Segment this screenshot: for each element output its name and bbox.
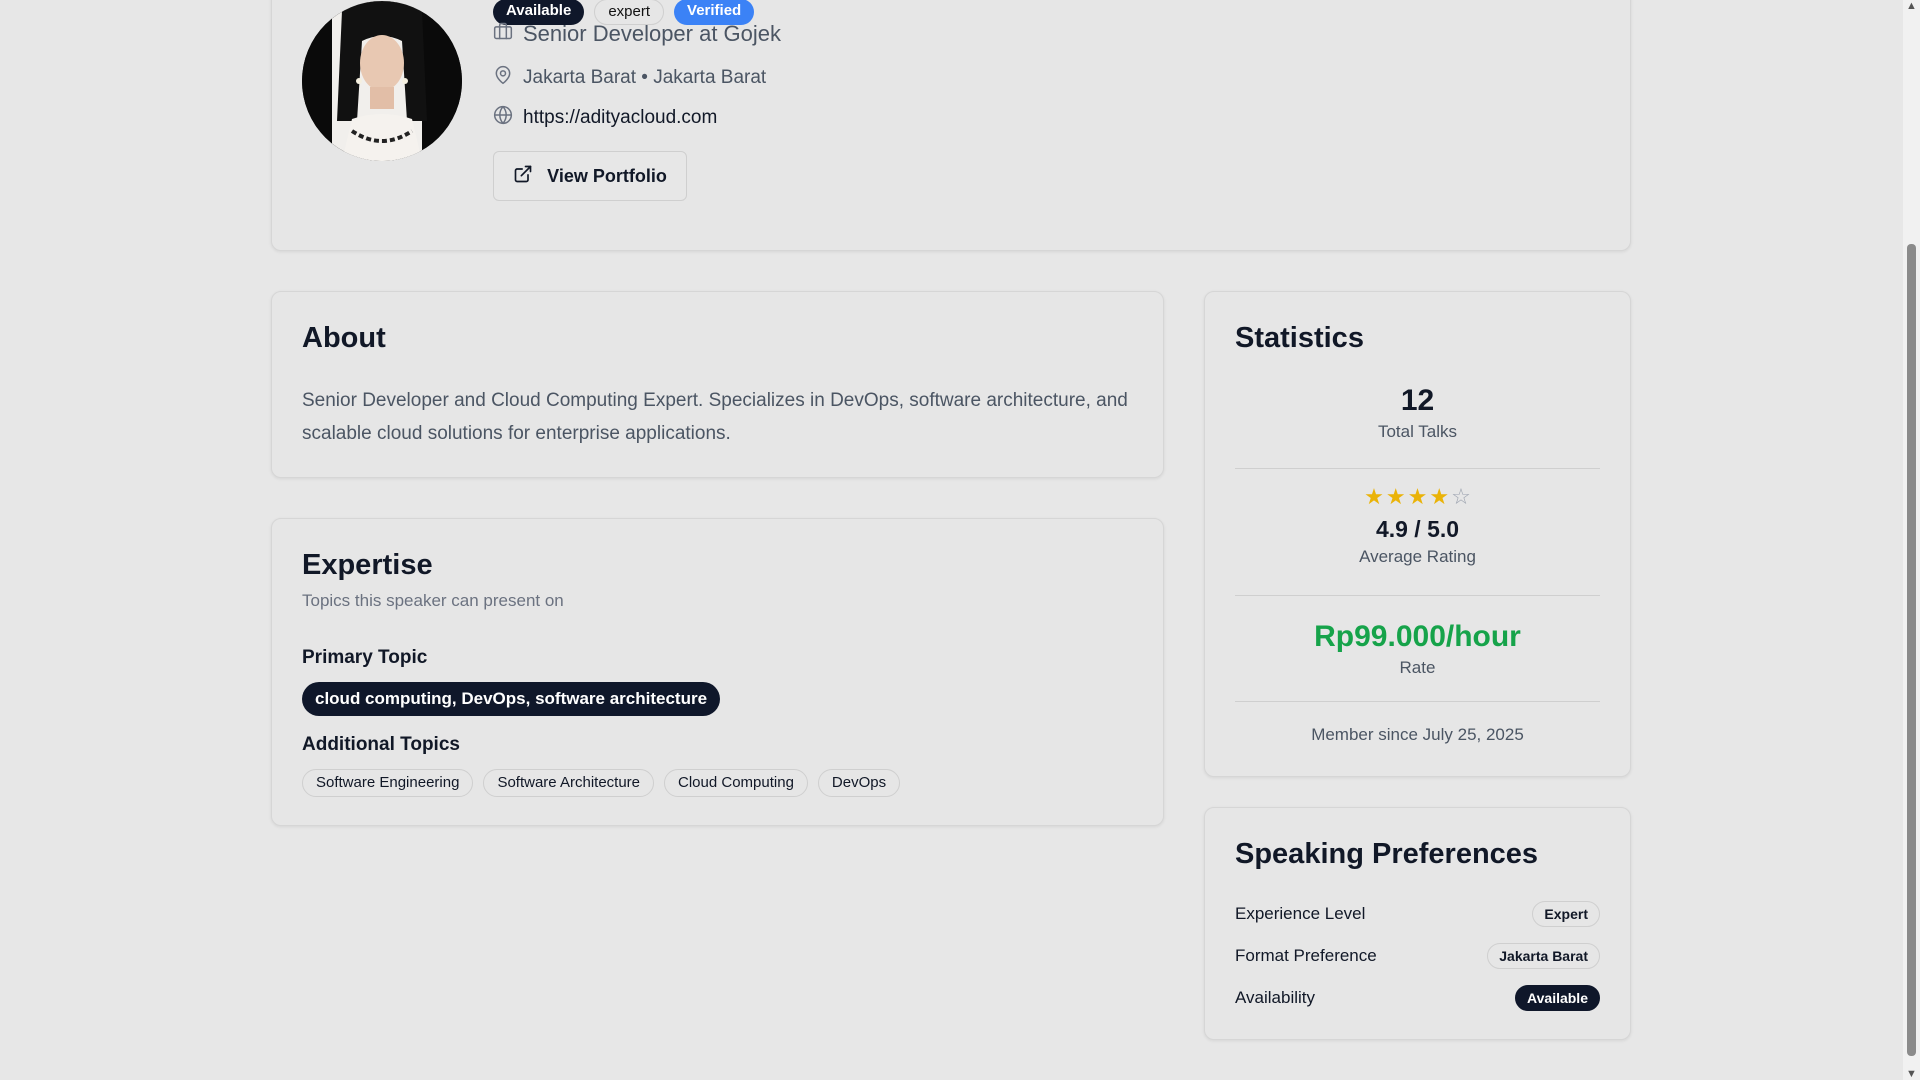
stats-divider (1235, 701, 1600, 702)
map-pin-icon (493, 65, 513, 91)
about-text: Senior Developer and Cloud Computing Exp… (302, 390, 1128, 444)
total-talks-value: 12 (1400, 384, 1435, 417)
primary-topic-chip: cloud computing, DevOps, software archit… (302, 682, 721, 716)
member-since: Member since July 25, 2025 (1311, 725, 1524, 744)
globe-icon (493, 105, 513, 131)
about-card: About Senior Developer and Cloud Computi… (271, 291, 1164, 478)
location-row: Jakarta Barat • Jakarta Barat (493, 65, 766, 91)
pref-label: Format Preference (1235, 946, 1377, 965)
statistics-title: Statistics (1235, 322, 1364, 354)
topic-chip: Cloud Computing (664, 769, 808, 797)
location-text: Jakarta Barat • Jakarta Barat (523, 67, 767, 88)
company-text: Senior Developer at Gojek (523, 21, 782, 46)
topic-chip: Software Engineering (302, 769, 474, 797)
expertise-subtitle: Topics this speaker can present on (302, 591, 564, 610)
view-portfolio-label: View Portfolio (547, 165, 667, 186)
company-row: Senior Developer at Gojek (493, 21, 781, 47)
star-icon: ★ (1429, 484, 1450, 509)
speaking-preferences-title: Speaking Preferences (1235, 838, 1539, 870)
website-link[interactable]: https://adityacloud.com (523, 107, 717, 129)
expertise-title: Expertise (302, 549, 433, 581)
star-icon: ★ (1385, 484, 1406, 509)
stats-divider (1235, 595, 1600, 596)
website-row: https://adityacloud.com (493, 105, 717, 131)
speaking-preferences-card: Speaking Preferences Experience Level Ex… (1204, 807, 1631, 1040)
about-title: About (302, 322, 386, 354)
average-rating-value: 4.9 / 5.0 (1375, 516, 1460, 542)
pref-value-badge: Jakarta Barat (1487, 943, 1600, 969)
statistics-card: Statistics 12 Total Talks ★ ★ ★ ★ ☆ 4.9 / 5.… (1204, 291, 1631, 777)
average-rating-stat: ★ ★ ★ ★ ☆ 4.9 / 5.0 Average Rating (1235, 486, 1600, 567)
avatar (302, 1, 462, 161)
stats-divider (1235, 468, 1600, 469)
pref-row-availability: Availability Available (1235, 985, 1600, 1011)
pref-value-badge: Available (1515, 985, 1600, 1011)
pref-label: Experience Level (1235, 904, 1366, 923)
rate-stat: Rp99.000/hour Rate (1235, 620, 1600, 678)
rating-stars: ★ ★ ★ ★ ☆ (1235, 486, 1600, 508)
external-link-icon (513, 164, 533, 189)
topic-chip: DevOps (817, 769, 901, 797)
rate-label: Rate (1399, 658, 1436, 677)
scroll-up-arrow-icon[interactable]: ▲ (1906, 0, 1917, 12)
building-icon (493, 21, 513, 47)
star-icon: ☆ (1451, 484, 1471, 509)
pref-label: Availability (1235, 988, 1316, 1007)
additional-topics-list: Software Engineering Software Architectu… (302, 769, 901, 797)
scroll-down-arrow-icon[interactable]: ▼ (1906, 1068, 1917, 1080)
page-scrollbar[interactable]: ▲ ▼ (1903, 0, 1920, 1080)
star-icon: ★ (1407, 484, 1428, 509)
view-portfolio-button[interactable]: View Portfolio (493, 151, 687, 201)
rate-value: Rp99.000/hour (1314, 620, 1521, 653)
additional-topics-label: Additional Topics (302, 734, 460, 755)
pref-row-experience: Experience Level Expert (1235, 901, 1600, 927)
total-talks-label: Total Talks (1377, 422, 1458, 441)
scroll-thumb[interactable] (1907, 244, 1916, 1056)
average-rating-label: Average Rating (1359, 547, 1476, 566)
profile-card: Available expert Verified Senior Develop… (271, 0, 1631, 251)
total-talks-stat: 12 Total Talks (1235, 384, 1600, 442)
pref-value-badge: Expert (1532, 901, 1600, 927)
star-icon: ★ (1364, 484, 1384, 509)
primary-topic-label: Primary Topic (302, 647, 428, 668)
expertise-card: Expertise Topics this speaker can presen… (271, 518, 1164, 826)
topic-chip: Software Architecture (483, 769, 655, 797)
pref-row-format: Format Preference Jakarta Barat (1235, 943, 1600, 969)
